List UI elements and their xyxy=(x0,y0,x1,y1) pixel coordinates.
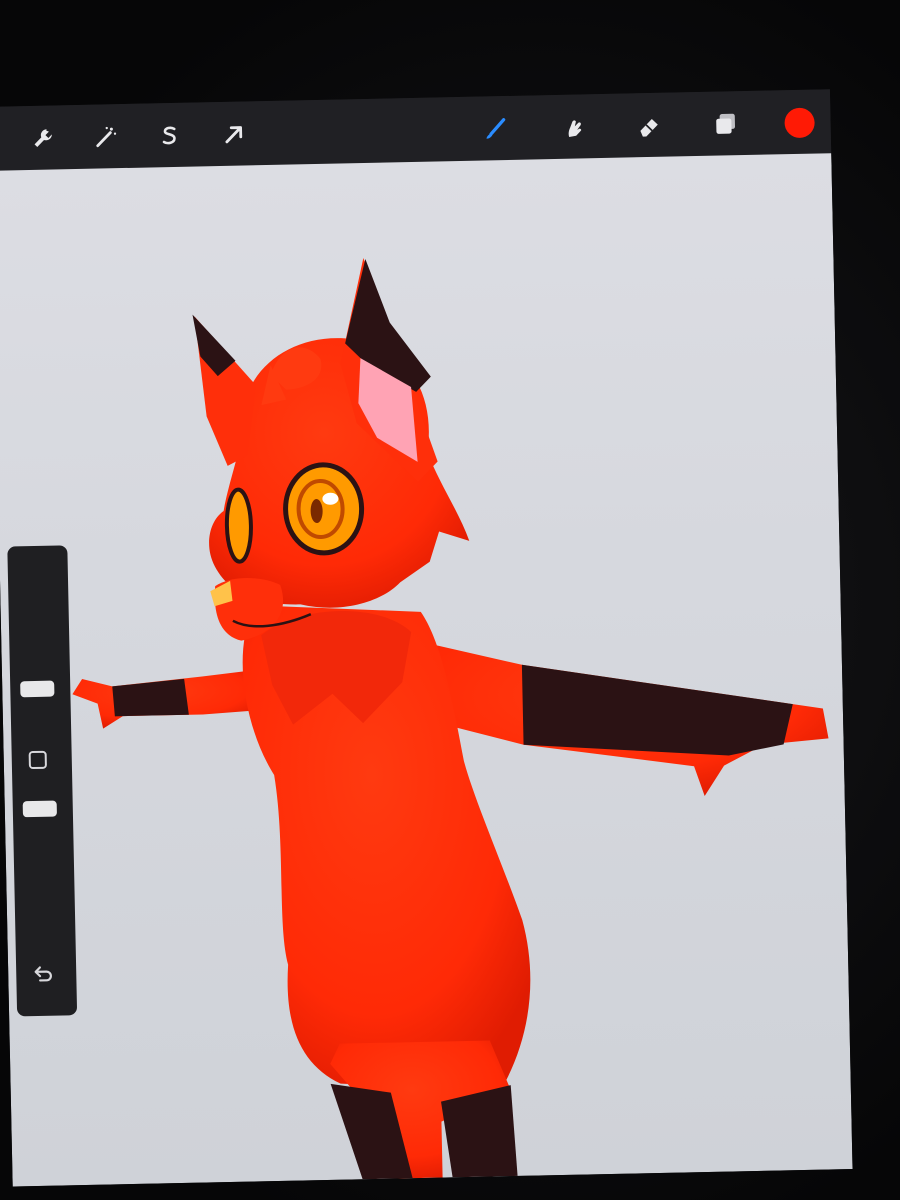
tablet-screen xyxy=(0,89,853,1187)
brush-size-slider[interactable] xyxy=(20,680,55,698)
smudge-icon[interactable] xyxy=(556,110,591,145)
brush-icon[interactable] xyxy=(478,112,513,147)
magic-wand-icon[interactable] xyxy=(88,120,123,155)
right-eye xyxy=(283,462,365,556)
selection-icon[interactable] xyxy=(152,119,187,154)
eyedropper-square[interactable] xyxy=(28,750,47,770)
device-frame xyxy=(0,0,900,1200)
drawing-canvas[interactable] xyxy=(0,153,853,1187)
wrench-icon[interactable] xyxy=(26,121,61,156)
undo-icon[interactable] xyxy=(30,961,57,988)
character-model xyxy=(72,258,829,1180)
left-eye xyxy=(224,487,253,564)
layers-icon[interactable] xyxy=(708,107,743,142)
left-arm-glove xyxy=(112,678,189,717)
color-swatch-dot xyxy=(784,107,815,139)
side-toolbar xyxy=(7,545,78,1017)
opacity-slider[interactable] xyxy=(22,800,57,818)
color-swatch[interactable] xyxy=(782,105,817,140)
arrow-cursor-icon[interactable] xyxy=(216,117,251,152)
right-arm-glove xyxy=(521,664,793,756)
eraser-icon[interactable] xyxy=(632,109,667,144)
